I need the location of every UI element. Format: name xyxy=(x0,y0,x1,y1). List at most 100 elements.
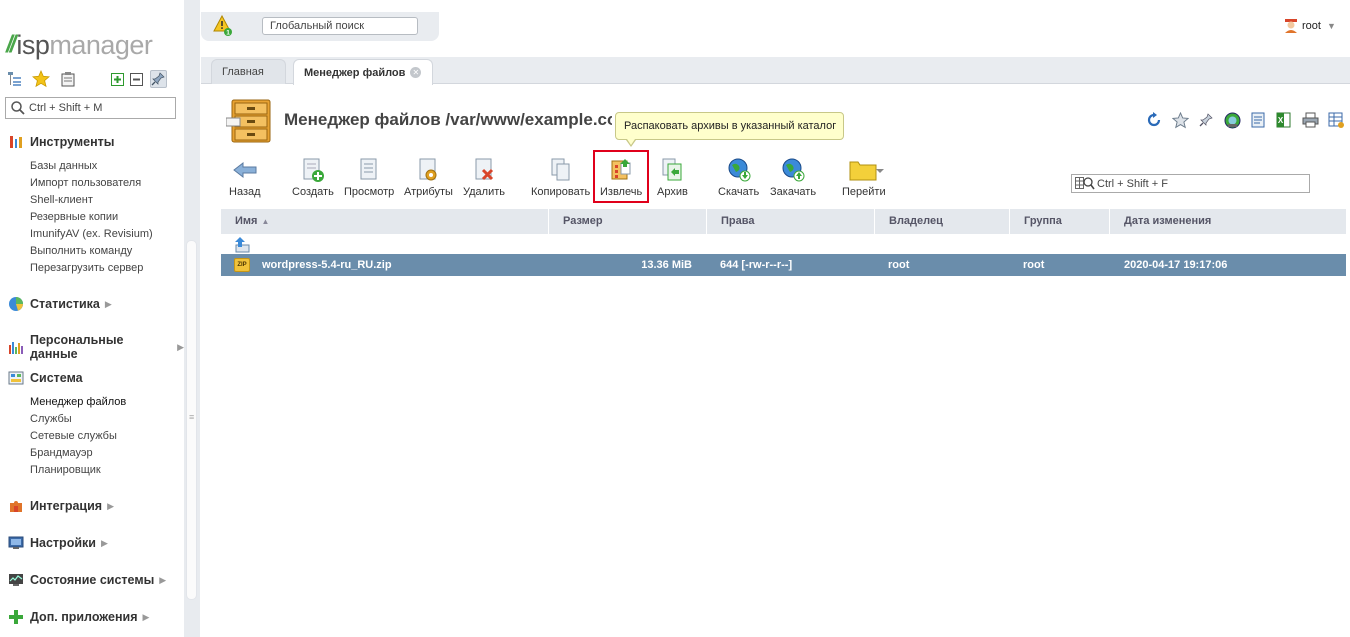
expand-arrow-icon: ▶ xyxy=(159,574,167,585)
back-button[interactable]: Назад xyxy=(229,157,261,202)
parent-directory-icon[interactable] xyxy=(233,236,251,254)
excel-export-icon[interactable]: X xyxy=(1275,111,1293,129)
sidebar-scrollbar[interactable]: ≡ xyxy=(184,0,200,637)
personal-data-chart-icon xyxy=(8,339,24,355)
column-header-rights[interactable]: Права xyxy=(707,209,875,234)
delete-button[interactable]: Удалить xyxy=(463,157,505,202)
sidebar-item-backups[interactable]: Резервные копии xyxy=(30,211,118,223)
back-arrow-icon xyxy=(232,157,258,183)
sidebar-search-input[interactable]: Ctrl + Shift + M xyxy=(5,97,176,119)
file-name: wordpress-5.4-ru_RU.zip xyxy=(262,259,392,271)
statistics-pie-icon xyxy=(8,296,24,312)
column-header-name[interactable]: Имя ▲ xyxy=(221,209,549,234)
file-rights: 644 [-rw-r--r--] xyxy=(720,259,793,271)
collapse-all-icon[interactable] xyxy=(130,72,144,86)
view-file-icon xyxy=(356,157,382,183)
sidebar-item-firewall[interactable]: Брандмауэр xyxy=(30,447,93,459)
sidebar-item-services[interactable]: Службы xyxy=(30,413,72,425)
sort-ascending-icon: ▲ xyxy=(261,217,270,226)
tab-file-manager[interactable]: Менеджер файлов ✕ xyxy=(293,59,433,85)
expand-arrow-icon: ▶ xyxy=(100,537,108,548)
expand-arrow-icon: ▶ xyxy=(142,611,150,622)
warning-count: 1 xyxy=(226,30,230,37)
print-icon[interactable] xyxy=(1301,111,1319,129)
list-filter-input[interactable]: Ctrl + Shift + F xyxy=(1071,174,1310,193)
expand-all-icon[interactable] xyxy=(110,72,124,86)
tree-view-icon[interactable] xyxy=(6,70,23,88)
tab-strip: Главная Менеджер файлов ✕ xyxy=(201,57,1350,85)
system-status-monitor-icon xyxy=(8,572,24,588)
column-header-group[interactable]: Группа xyxy=(1010,209,1110,234)
splitter-grip-icon[interactable]: ≡ xyxy=(189,412,194,422)
sidebar-section-system-status[interactable]: Состояние системы ▶ xyxy=(8,572,166,588)
sidebar-item-file-manager[interactable]: Менеджер файлов xyxy=(30,396,126,408)
extract-highlight-box xyxy=(593,150,649,203)
settings-monitor-icon xyxy=(8,535,24,551)
svg-text:X: X xyxy=(1278,116,1284,125)
pin-icon[interactable] xyxy=(149,70,167,88)
attributes-button[interactable]: Атрибуты xyxy=(404,157,453,202)
sidebar-section-extra-apps[interactable]: Доп. приложения ▶ xyxy=(8,609,149,625)
sidebar-item-run-command[interactable]: Выполнить команду xyxy=(30,245,132,257)
sidebar-item-databases[interactable]: Базы данных xyxy=(30,160,97,172)
clipboard-icon[interactable] xyxy=(59,70,76,88)
delete-file-icon xyxy=(471,157,497,183)
sidebar-item-reboot-server[interactable]: Перезагрузить сервер xyxy=(30,262,143,274)
column-header-size[interactable]: Размер xyxy=(549,209,707,234)
archive-icon xyxy=(659,157,685,183)
help-globe-icon[interactable] xyxy=(1223,111,1241,129)
tools-icon xyxy=(8,134,24,150)
sidebar-item-import-user[interactable]: Импорт пользователя xyxy=(30,177,141,189)
document-icon[interactable] xyxy=(1249,111,1267,129)
tab-main[interactable]: Главная xyxy=(211,59,286,84)
sidebar-item-scheduler[interactable]: Планировщик xyxy=(30,464,101,476)
favorites-star-icon[interactable] xyxy=(32,70,51,88)
integration-puzzle-icon xyxy=(8,498,24,514)
upload-globe-icon xyxy=(780,157,806,183)
create-button[interactable]: Создать xyxy=(292,157,334,202)
extract-tooltip: Распаковать архивы в указанный каталог xyxy=(615,112,844,147)
top-bar: 1 Глобальный поиск xyxy=(201,12,439,41)
filter-search-icon xyxy=(1075,177,1095,190)
goto-button[interactable]: Перейти xyxy=(842,157,886,202)
extra-apps-plus-icon xyxy=(8,609,24,625)
sidebar-section-personal-data[interactable]: Персональные данные ▶ xyxy=(8,333,184,361)
expand-arrow-icon: ▶ xyxy=(104,298,112,309)
copy-button[interactable]: Копировать xyxy=(531,157,590,202)
user-menu[interactable]: root ▼ xyxy=(1283,18,1336,34)
archive-button[interactable]: Архив xyxy=(657,157,688,202)
file-owner: root xyxy=(888,259,910,271)
create-file-icon xyxy=(300,157,326,183)
folder-goto-icon xyxy=(844,157,884,183)
warning-notification-icon[interactable]: 1 xyxy=(213,14,235,37)
sidebar-item-network-services[interactable]: Сетевые службы xyxy=(30,430,117,442)
sidebar-section-integration[interactable]: Интеграция ▶ xyxy=(8,498,114,514)
view-button[interactable]: Просмотр xyxy=(344,157,394,202)
upload-button[interactable]: Закачать xyxy=(770,157,816,202)
download-button[interactable]: Скачать xyxy=(718,157,759,202)
pin-icon[interactable] xyxy=(1197,111,1215,129)
sidebar-section-tools[interactable]: Инструменты xyxy=(8,134,114,150)
sidebar-item-imunifyav[interactable]: ImunifyAV (ex. Revisium) xyxy=(30,228,153,240)
table-row[interactable]: ZIP wordpress-5.4-ru_RU.zip 13.36 MiB 64… xyxy=(221,254,1346,276)
close-tab-icon[interactable]: ✕ xyxy=(410,67,422,78)
file-cabinet-icon xyxy=(225,98,274,144)
sidebar-section-statistics[interactable]: Статистика ▶ xyxy=(8,296,112,312)
column-header-modified[interactable]: Дата изменения xyxy=(1110,209,1346,234)
table-settings-icon[interactable] xyxy=(1327,111,1345,129)
user-name: root xyxy=(1302,20,1321,32)
column-header-owner[interactable]: Владелец xyxy=(875,209,1010,234)
expand-arrow-icon: ▶ xyxy=(177,341,184,352)
favorite-star-icon[interactable] xyxy=(1171,111,1189,129)
sidebar-item-shell-client[interactable]: Shell-клиент xyxy=(30,194,93,206)
sidebar-section-settings[interactable]: Настройки ▶ xyxy=(8,535,108,551)
ispmanager-logo[interactable]: //isp manager xyxy=(6,30,153,60)
sidebar-section-system[interactable]: Система xyxy=(8,370,83,386)
file-modified: 2020-04-17 19:17:06 xyxy=(1124,259,1228,271)
refresh-icon[interactable] xyxy=(1145,111,1163,129)
sidebar-toolbar xyxy=(6,69,176,89)
table-header: Имя ▲ Размер Права Владелец Группа Дата и… xyxy=(221,209,1346,234)
global-search-input[interactable]: Глобальный поиск xyxy=(262,17,418,35)
file-group: root xyxy=(1023,259,1045,271)
search-icon xyxy=(11,101,25,115)
